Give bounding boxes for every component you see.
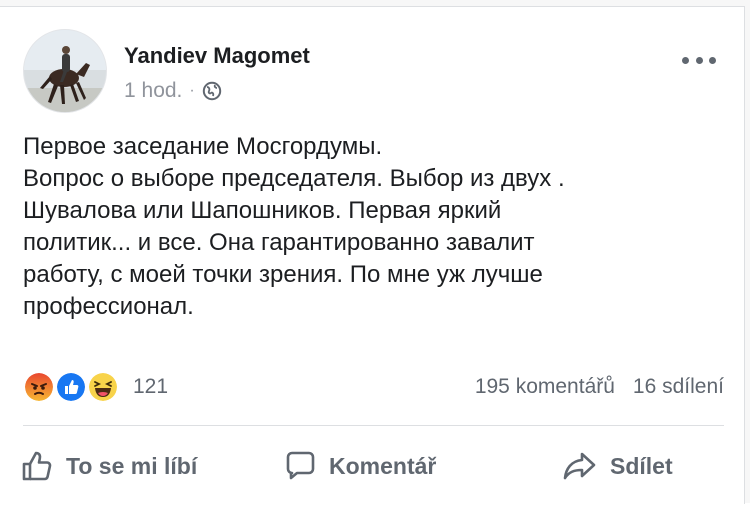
like-button-label: To se mi líbí (66, 452, 198, 479)
horse-rider-avatar (24, 30, 106, 112)
like-button[interactable]: To se mi líbí (20, 449, 197, 483)
post-line: политик... и все. Она гарантированно зав… (23, 229, 535, 256)
comment-bubble-icon (286, 451, 315, 480)
post-line: Шувалова или Шапошников. Первая яркий (23, 197, 502, 224)
post-line: Первое заседание Мосгордумы. (23, 133, 383, 160)
more-dot (695, 56, 703, 64)
reaction-count[interactable]: 121 (133, 375, 168, 399)
share-arrow-icon (563, 452, 596, 480)
post-header: Yandiev Magomet 1 hod. · (23, 29, 724, 119)
haha-reaction-icon (87, 371, 119, 403)
post-meta: 1 hod. · (124, 79, 222, 103)
author-avatar[interactable] (23, 29, 107, 113)
more-dot (682, 56, 689, 64)
share-button-label: Sdílet (610, 452, 673, 479)
comment-button-label: Komentář (329, 452, 437, 479)
actions-divider (23, 425, 724, 426)
thumbs-up-icon (22, 451, 52, 481)
meta-separator: · (189, 82, 195, 99)
author-name[interactable]: Yandiev Magomet (124, 43, 310, 69)
post-timestamp[interactable]: 1 hod. (124, 79, 182, 103)
post-actions: To se mi líbí Komentář Sdílet (0, 427, 744, 507)
post-line: Вопрос о выборе председателя. Выбор из д… (23, 165, 565, 192)
engagement-counts: 195 komentářů 16 sdílení (475, 375, 724, 399)
share-button[interactable]: Sdílet (562, 449, 673, 483)
reaction-icons[interactable] (23, 371, 123, 403)
angry-reaction-icon (23, 371, 55, 403)
like-reaction-icon (55, 371, 87, 403)
post-line: работу, с моей точки зрения. По мне уж л… (23, 261, 543, 288)
more-options-icon[interactable] (682, 55, 716, 65)
shares-count[interactable]: 16 sdílení (633, 375, 724, 398)
globe-icon (202, 81, 221, 101)
post-card: Yandiev Magomet 1 hod. · Первое заседани… (0, 6, 745, 504)
more-dot (709, 56, 716, 64)
comment-button[interactable]: Komentář (283, 449, 436, 483)
post-body: Первое заседание Мосгордумы. Вопрос о вы… (23, 131, 723, 323)
post-line: профессионал. (23, 293, 194, 320)
reactions-summary: 121 195 komentářů 16 sdílení (23, 369, 724, 405)
comments-count[interactable]: 195 komentářů (475, 375, 615, 398)
